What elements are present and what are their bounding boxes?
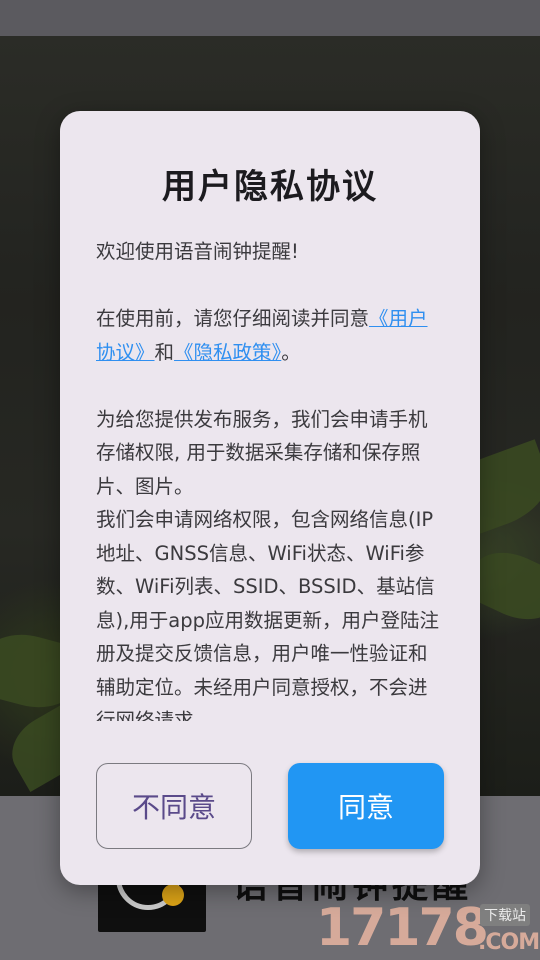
consent-prefix: 在使用前，请您仔细阅读并同意 <box>96 307 370 330</box>
disagree-button[interactable]: 不同意 <box>96 763 252 849</box>
welcome-text: 欢迎使用语音闹钟提醒! <box>96 240 299 263</box>
privacy-dialog: 用户隐私协议 欢迎使用语音闹钟提醒! 在使用前，请您仔细阅读并同意《用户协议》和… <box>60 111 480 885</box>
status-bar <box>0 0 540 36</box>
agree-button[interactable]: 同意 <box>288 763 444 849</box>
dialog-title: 用户隐私协议 <box>162 167 378 207</box>
dialog-body[interactable]: 欢迎使用语音闹钟提醒! 在使用前，请您仔细阅读并同意《用户协议》和《隐私政策》。… <box>96 235 440 721</box>
storage-permission-text: 为给您提供发布服务，我们会申请手机存储权限, 用于数据采集存储和保存照片、图片。 <box>96 407 428 498</box>
consent-and: 和 <box>154 340 175 364</box>
network-permission-text: 我们会申请网络权限，包含网络信息(IP地址、GNSS信息、WiFi状态、WiFi… <box>96 508 440 721</box>
consent-suffix: 。 <box>281 340 301 364</box>
privacy-policy-link[interactable]: 《隐私政策》 <box>174 341 281 364</box>
consent-paragraph: 在使用前，请您仔细阅读并同意《用户协议》和《隐私政策》。 <box>96 302 440 369</box>
